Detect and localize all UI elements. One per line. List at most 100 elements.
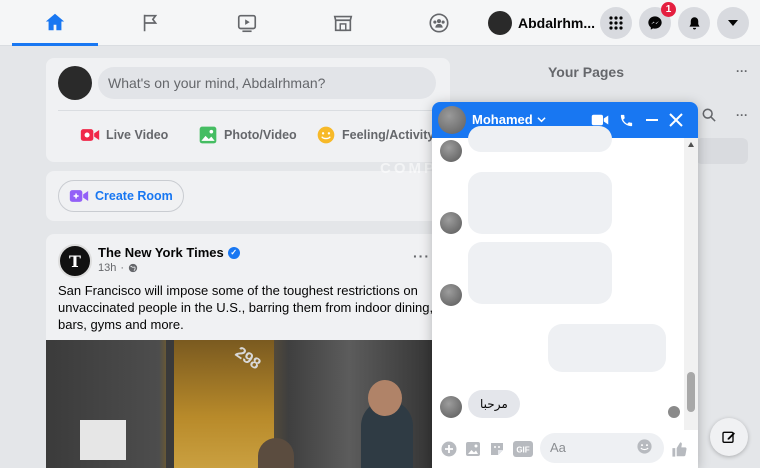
divider (58, 110, 438, 111)
more-actions-button[interactable] (440, 440, 458, 458)
message-bubble (548, 324, 666, 372)
whats-on-your-mind-input[interactable]: What's on your mind, Abdalrhman? (98, 67, 436, 99)
photo-icon (198, 125, 218, 145)
person-figure (258, 438, 294, 468)
attach-photo-button[interactable] (464, 440, 482, 458)
post-time: 13h (98, 262, 117, 274)
message-avatar (440, 284, 462, 306)
chat-avatar[interactable] (438, 106, 466, 134)
notification-badge: 1 (661, 2, 676, 17)
groups-icon (429, 13, 449, 33)
post-timestamp[interactable]: 13h · (98, 262, 138, 274)
feeling-activity-button[interactable]: Feeling/Activity (316, 120, 434, 150)
news-post: T The New York Times ✓ 13h · ··· San Fra… (46, 234, 450, 468)
sticker-button[interactable] (488, 440, 506, 458)
chevron-down-icon (537, 117, 546, 123)
post-photo[interactable]: 298 (46, 340, 450, 468)
tab-watch[interactable] (204, 0, 290, 46)
message-bubble (468, 126, 612, 152)
chat-composer: GIF Aa (432, 430, 698, 468)
home-icon (45, 13, 65, 30)
account-button[interactable] (717, 7, 749, 39)
contacts-search-button[interactable] (702, 108, 716, 127)
menu-button[interactable] (600, 7, 632, 39)
seen-indicator (668, 406, 680, 418)
plus-circle-icon (441, 441, 457, 457)
store-icon (333, 15, 353, 32)
pages-options-button[interactable]: ··· (736, 64, 748, 78)
emoji-button[interactable] (636, 438, 653, 460)
scroll-up-arrow-icon[interactable] (688, 142, 694, 147)
close-icon (669, 113, 683, 127)
live-video-icon (80, 125, 100, 145)
dot-separator: · (120, 262, 125, 274)
close-chat-button[interactable] (666, 109, 686, 131)
gif-icon: GIF (513, 441, 533, 457)
live-video-button[interactable]: Live Video (80, 120, 168, 150)
post-author-name: The New York Times (98, 245, 224, 260)
tab-home[interactable] (12, 0, 98, 46)
post-options-button[interactable]: ··· (413, 248, 430, 264)
nyt-logo[interactable]: T (58, 244, 92, 278)
emoji-icon (637, 439, 652, 454)
person-head (368, 380, 402, 416)
svg-text:GIF: GIF (516, 446, 529, 455)
message-bubble (468, 242, 612, 304)
messenger-button[interactable]: 1 (639, 2, 676, 39)
photo-video-label: Photo/Video (224, 128, 297, 142)
post-text: San Francisco will impose some of the to… (58, 283, 434, 332)
tab-marketplace[interactable] (300, 0, 386, 46)
bell-icon (689, 16, 699, 29)
caret-down-icon (728, 20, 738, 26)
post-author[interactable]: The New York Times ✓ (98, 245, 240, 260)
audio-call-button[interactable] (616, 109, 636, 131)
notice-sign (80, 420, 126, 460)
message-avatar (440, 212, 462, 234)
contacts-options-button[interactable]: ··· (736, 108, 748, 122)
chat-contact-name: Mohamed (472, 112, 533, 127)
message-avatar (440, 396, 462, 418)
chat-scrollbar[interactable] (684, 138, 698, 430)
message-avatar (440, 140, 462, 162)
post-composer: What's on your mind, Abdalrhman? Live Vi… (46, 58, 450, 162)
avatar (488, 11, 512, 35)
scroll-thumb[interactable] (687, 372, 695, 412)
chat-window: Mohamed مرحبا GIF Aa (432, 102, 698, 468)
photo-video-button[interactable]: Photo/Video (198, 120, 297, 150)
minimize-icon (646, 119, 658, 121)
your-pages-heading: Your Pages (548, 64, 624, 80)
compose-icon (722, 431, 735, 443)
profile-button[interactable]: Abdalrhm... (488, 8, 595, 38)
contact-item[interactable] (696, 138, 748, 164)
like-button[interactable] (670, 440, 688, 458)
feeling-activity-label: Feeling/Activity (342, 128, 435, 142)
image-icon (466, 442, 480, 456)
live-video-label: Live Video (106, 128, 169, 142)
flag-icon (143, 14, 158, 32)
video-call-icon (591, 114, 609, 126)
grid-menu-icon (609, 16, 623, 30)
message-bubble (468, 172, 612, 234)
message-text-bubble: مرحبا (468, 390, 520, 418)
tab-groups[interactable] (396, 0, 482, 46)
video-icon (237, 14, 257, 33)
minimize-chat-button[interactable] (642, 109, 662, 131)
phone-icon (620, 114, 632, 126)
create-room-button[interactable]: Create Room (58, 180, 184, 212)
tab-pages[interactable] (108, 0, 194, 46)
new-message-button[interactable] (710, 418, 748, 456)
chat-messages[interactable]: مرحبا (432, 126, 698, 430)
messenger-icon (648, 16, 662, 30)
notifications-button[interactable] (678, 7, 710, 39)
thumbs-up-icon (671, 441, 687, 457)
create-room-label: Create Room (95, 189, 173, 203)
video-camera-icon (69, 190, 89, 202)
rooms-card: Create Room (46, 171, 450, 221)
avatar (58, 66, 92, 100)
smiley-icon (316, 125, 336, 145)
sticker-icon (491, 443, 503, 455)
chat-contact-button[interactable]: Mohamed (472, 112, 546, 127)
gif-button[interactable]: GIF (512, 440, 534, 458)
verified-badge-icon: ✓ (227, 246, 240, 259)
profile-name: Abdalrhm... (518, 15, 596, 31)
